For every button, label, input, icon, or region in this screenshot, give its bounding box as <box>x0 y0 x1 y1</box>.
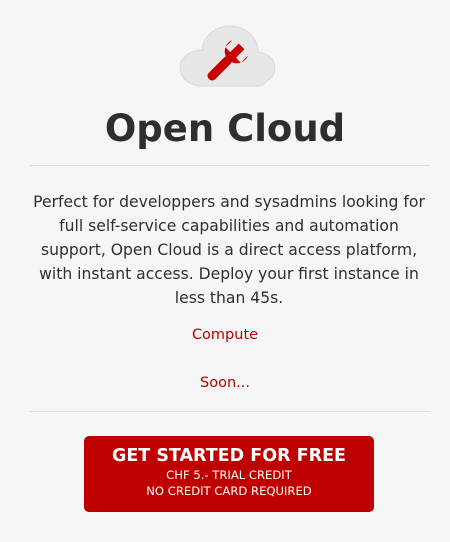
product-card: Open Cloud Perfect for developpers and s… <box>0 0 450 542</box>
cloud-wrench-icon <box>176 22 276 94</box>
divider <box>30 411 430 412</box>
cta-no-card: NO CREDIT CARD REQUIRED <box>146 484 312 498</box>
page-title: Open Cloud <box>104 107 346 150</box>
get-started-button[interactable]: GET STARTED FOR FREE CHF 5.- TRIAL CREDI… <box>84 436 374 512</box>
product-description: Perfect for developpers and sysadmins lo… <box>33 193 425 307</box>
divider <box>30 165 430 166</box>
compute-link[interactable]: Compute <box>0 327 450 343</box>
cta-title: GET STARTED FOR FREE <box>111 446 346 466</box>
cta-trial-credit: CHF 5.- TRIAL CREDIT <box>166 468 292 482</box>
soon-link[interactable]: Soon... <box>0 375 450 391</box>
